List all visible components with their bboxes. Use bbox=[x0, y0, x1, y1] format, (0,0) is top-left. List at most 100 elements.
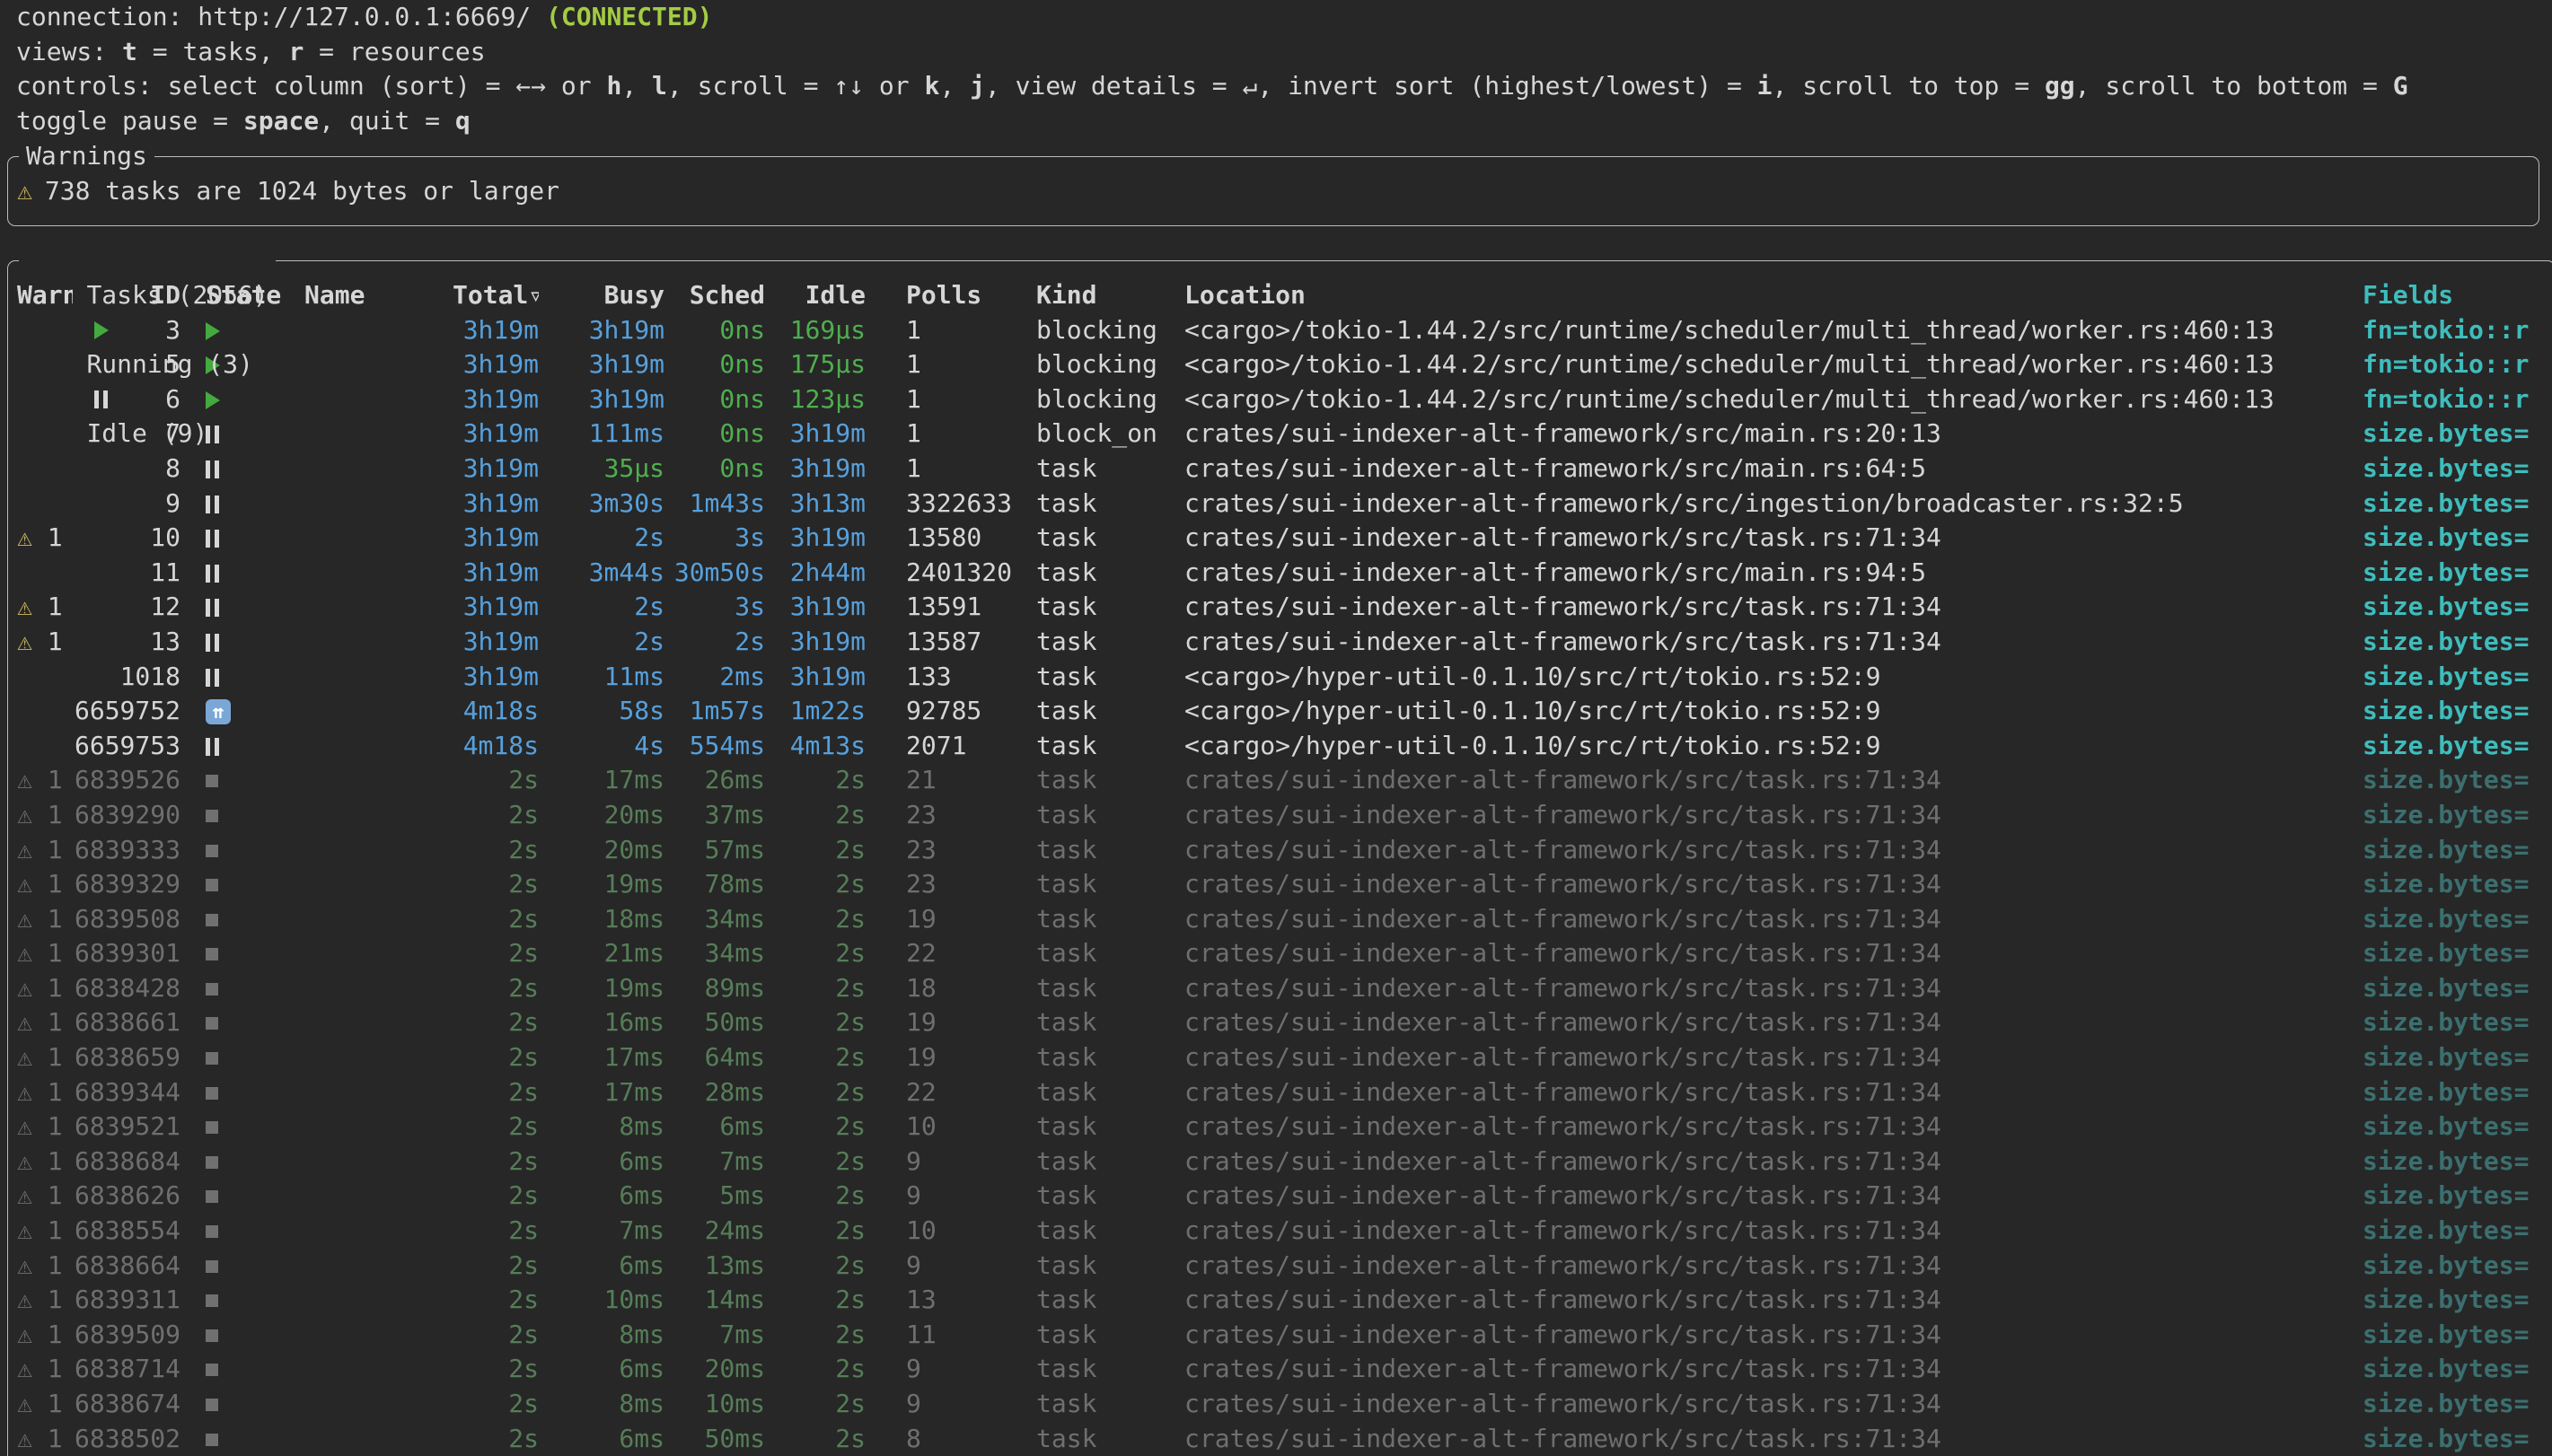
location-cell: crates/sui-indexer-alt-framework/src/mai… bbox=[1184, 417, 2363, 452]
task-row[interactable]: ⚠ 1 6838502 2s 6ms 50ms 2s 8 task crates… bbox=[8, 1422, 2552, 1456]
polls-cell: 23 bbox=[906, 798, 1032, 833]
column-header-name[interactable]: Name bbox=[304, 278, 453, 313]
task-row[interactable]: ⚠ 1 6838674 2s 8ms 10ms 2s 9 task crates… bbox=[8, 1387, 2552, 1422]
warn-cell: ⚠ 1 bbox=[8, 1422, 73, 1456]
task-row[interactable]: ⚠ 1 13 3h19m 2s 2s 3h19m 13587 task crat… bbox=[8, 625, 2552, 660]
controls-line: controls: select column (sort) = ←→ or h… bbox=[0, 69, 2552, 104]
idle-cell: 3h13m bbox=[765, 487, 866, 522]
idle-cell: 2s bbox=[765, 1352, 866, 1387]
task-row[interactable]: ⚠ 1 6838661 2s 16ms 50ms 2s 19 task crat… bbox=[8, 1005, 2552, 1040]
polls-cell: 8 bbox=[906, 1422, 1032, 1456]
text-segment: views: bbox=[16, 37, 122, 66]
task-row[interactable]: ⚠ 1 6839329 2s 19ms 78ms 2s 23 task crat… bbox=[8, 867, 2552, 902]
busy-cell: 17ms bbox=[539, 1040, 664, 1075]
task-row[interactable]: ⚠ 1 10 3h19m 2s 3s 3h19m 13580 task crat… bbox=[8, 521, 2552, 556]
sched-cell: 7ms bbox=[664, 1145, 765, 1180]
busy-cell: 2s bbox=[539, 521, 664, 556]
task-row[interactable]: 11 3h19m 3m44s 30m50s 2h44m 2401320 task… bbox=[8, 556, 2552, 591]
kind-cell: task bbox=[1036, 1214, 1180, 1249]
warn-cell: ⚠ 1 bbox=[8, 1005, 73, 1040]
polls-cell: 1 bbox=[906, 452, 1032, 487]
sched-cell: 3s bbox=[664, 521, 765, 556]
task-row[interactable]: 3 3h19m 3h19m 0ns 169µs 1 blocking <carg… bbox=[8, 313, 2552, 348]
busy-cell: 18ms bbox=[539, 902, 664, 937]
warning-icon: ⚠ bbox=[17, 1389, 32, 1418]
task-row[interactable]: 7 3h19m 111ms 0ns 3h19m 1 block_on crate… bbox=[8, 417, 2552, 452]
polls-cell: 2401320 bbox=[906, 556, 1032, 591]
polls-cell: 13591 bbox=[906, 590, 1032, 625]
polls-cell: 133 bbox=[906, 660, 1032, 695]
column-header-kind[interactable]: Kind bbox=[1036, 278, 1180, 313]
column-header-sched[interactable]: Sched bbox=[664, 278, 765, 313]
sched-cell: 89ms bbox=[664, 971, 765, 1006]
task-row[interactable]: ⚠ 1 6839509 2s 8ms 7ms 2s 11 task crates… bbox=[8, 1318, 2552, 1353]
fields-cell: size.bytes= bbox=[2363, 1075, 2552, 1110]
state-stopped-icon bbox=[206, 1225, 218, 1238]
task-row[interactable]: ⚠ 1 6838659 2s 17ms 64ms 2s 19 task crat… bbox=[8, 1040, 2552, 1075]
task-row[interactable]: ⚠ 1 6839333 2s 20ms 57ms 2s 23 task crat… bbox=[8, 833, 2552, 868]
idle-cell: 2s bbox=[765, 902, 866, 937]
task-row[interactable]: 5 3h19m 3h19m 0ns 175µs 1 blocking <carg… bbox=[8, 347, 2552, 382]
column-header-busy[interactable]: Busy bbox=[539, 278, 664, 313]
idle-cell: 2s bbox=[765, 1110, 866, 1145]
column-header-idle[interactable]: Idle bbox=[765, 278, 866, 313]
fields-cell: size.bytes= bbox=[2363, 1318, 2552, 1353]
task-row[interactable]: 1018 3h19m 11ms 2ms 3h19m 133 task <carg… bbox=[8, 660, 2552, 695]
task-row[interactable]: ⚠ 1 6838664 2s 6ms 13ms 2s 9 task crates… bbox=[8, 1249, 2552, 1284]
column-header-polls[interactable]: Polls bbox=[906, 278, 1032, 313]
state-idle-icon bbox=[206, 460, 219, 478]
warning-icon: ⚠ bbox=[17, 1354, 32, 1383]
task-row[interactable]: ⚠ 1 6839290 2s 20ms 37ms 2s 23 task crat… bbox=[8, 798, 2552, 833]
total-cell: 3h19m bbox=[453, 417, 539, 452]
total-cell: 2s bbox=[453, 1318, 539, 1353]
location-cell: crates/sui-indexer-alt-framework/src/tas… bbox=[1184, 521, 2363, 556]
task-row[interactable]: ⚠ 1 6838554 2s 7ms 24ms 2s 10 task crate… bbox=[8, 1214, 2552, 1249]
task-row[interactable]: ⚠ 1 6838684 2s 6ms 7ms 2s 9 task crates/… bbox=[8, 1145, 2552, 1180]
text-segment: k bbox=[924, 71, 939, 101]
location-cell: <cargo>/tokio-1.44.2/src/runtime/schedul… bbox=[1184, 382, 2363, 417]
state-stopped-icon bbox=[206, 1017, 218, 1030]
task-row[interactable]: ⚠ 1 6839521 2s 8ms 6ms 2s 10 task crates… bbox=[8, 1110, 2552, 1145]
task-row[interactable]: ⚠ 1 6839344 2s 17ms 28ms 2s 22 task crat… bbox=[8, 1075, 2552, 1110]
task-row[interactable]: ⚠ 1 6839311 2s 10ms 14ms 2s 13 task crat… bbox=[8, 1283, 2552, 1318]
polls-cell: 9 bbox=[906, 1179, 1032, 1214]
task-row[interactable]: ⚠ 1 6838626 2s 6ms 5ms 2s 9 task crates/… bbox=[8, 1179, 2552, 1214]
task-row[interactable]: 6659752 ⇈ 4m18s 58s 1m57s 1m22s 92785 ta… bbox=[8, 694, 2552, 729]
idle-cell: 3h19m bbox=[765, 625, 866, 660]
column-header-total[interactable]: Total▿ bbox=[453, 278, 539, 313]
total-cell: 3h19m bbox=[453, 452, 539, 487]
column-header-loc[interactable]: Location bbox=[1184, 278, 2363, 313]
task-row[interactable]: ⚠ 1 6839301 2s 21ms 34ms 2s 22 task crat… bbox=[8, 936, 2552, 971]
kind-cell: task bbox=[1036, 1387, 1180, 1422]
task-row[interactable]: ⚠ 1 6839526 2s 17ms 26ms 2s 21 task crat… bbox=[8, 763, 2552, 798]
state-idle-icon bbox=[206, 565, 219, 583]
text-segment: q bbox=[455, 106, 471, 136]
state-stopped-icon bbox=[206, 1364, 218, 1376]
warn-cell: ⚠ 1 bbox=[8, 1214, 73, 1249]
warning-icon: ⚠ bbox=[17, 1146, 32, 1176]
polls-cell: 2071 bbox=[906, 729, 1032, 764]
sched-cell: 78ms bbox=[664, 867, 765, 902]
state-stopped-icon bbox=[206, 810, 218, 822]
task-row[interactable]: 6 3h19m 3h19m 0ns 123µs 1 blocking <carg… bbox=[8, 382, 2552, 417]
fields-cell: size.bytes= bbox=[2363, 1040, 2552, 1075]
busy-cell: 3m44s bbox=[539, 556, 664, 591]
task-id-cell: 6838428 bbox=[73, 971, 180, 1006]
task-row[interactable]: ⚠ 1 6838428 2s 19ms 89ms 2s 18 task crat… bbox=[8, 971, 2552, 1006]
state-cell bbox=[195, 902, 304, 937]
task-row[interactable]: ⚠ 1 6839508 2s 18ms 34ms 2s 19 task crat… bbox=[8, 902, 2552, 937]
task-row[interactable]: 9 3h19m 3m30s 1m43s 3h13m 3322633 task c… bbox=[8, 487, 2552, 522]
location-cell: <cargo>/tokio-1.44.2/src/runtime/schedul… bbox=[1184, 347, 2363, 382]
idle-cell: 3h19m bbox=[765, 417, 866, 452]
text-segment: t bbox=[122, 37, 137, 66]
state-stopped-icon bbox=[206, 914, 218, 926]
state-cell bbox=[195, 1075, 304, 1110]
location-cell: crates/sui-indexer-alt-framework/src/tas… bbox=[1184, 1005, 2363, 1040]
task-row[interactable]: ⚠ 1 6838714 2s 6ms 20ms 2s 9 task crates… bbox=[8, 1352, 2552, 1387]
task-row[interactable]: ⚠ 1 12 3h19m 2s 3s 3h19m 13591 task crat… bbox=[8, 590, 2552, 625]
state-stopped-icon bbox=[206, 1260, 218, 1273]
column-header-fields[interactable]: Fields bbox=[2363, 278, 2552, 313]
busy-cell: 111ms bbox=[539, 417, 664, 452]
task-row[interactable]: 8 3h19m 35µs 0ns 3h19m 1 task crates/sui… bbox=[8, 452, 2552, 487]
task-row[interactable]: 6659753 4m18s 4s 554ms 4m13s 2071 task <… bbox=[8, 729, 2552, 764]
